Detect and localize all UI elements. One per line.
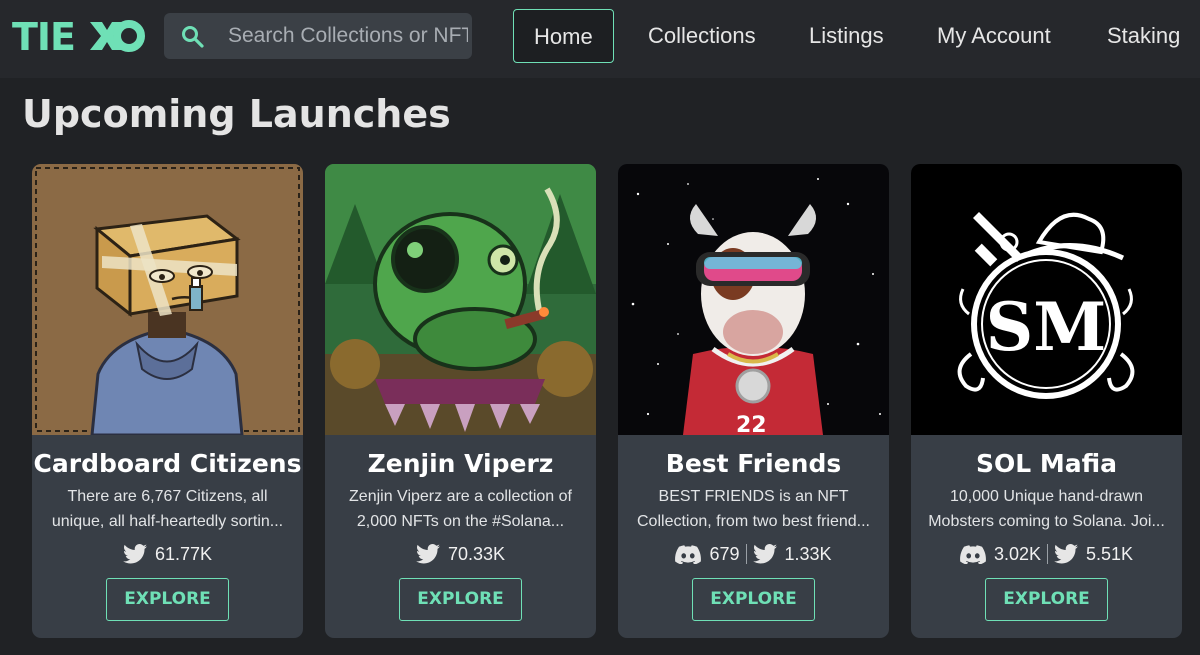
twitter-icon	[1054, 544, 1078, 564]
twitter-stat[interactable]: 5.51K	[1054, 544, 1133, 565]
collection-image[interactable]: SM	[911, 164, 1182, 435]
discord-count: 679	[709, 543, 740, 564]
collection-image[interactable]: 22	[618, 164, 889, 435]
collection-description: BEST FRIENDS is an NFT Collection, from …	[637, 488, 870, 530]
explore-button[interactable]: EXPLORE	[985, 578, 1108, 621]
collection-card[interactable]: SM SOL Mafia 10,000 Unique hand-drawn Mo…	[911, 164, 1182, 638]
nav-my-account[interactable]: My Account	[937, 9, 1051, 63]
collection-image[interactable]	[325, 164, 596, 435]
twitter-icon	[415, 544, 440, 564]
twitter-count: 61.77K	[154, 543, 213, 564]
collection-description: Zenjin Viperz are a collection of 2,000 …	[349, 488, 572, 530]
collection-description: There are 6,767 Citizens, all unique, al…	[51, 488, 284, 530]
twitter-count: 70.33K	[447, 543, 506, 564]
collection-name: Cardboard Citizens	[33, 449, 302, 478]
social-stats: 3.02K 5.51K	[911, 539, 1182, 569]
explore-button[interactable]: EXPLORE	[106, 578, 229, 621]
stat-divider	[1047, 544, 1048, 564]
nav-staking[interactable]: Staking	[1107, 9, 1180, 63]
twitter-count: 1.33K	[784, 543, 832, 564]
discord-count: 3.02K	[993, 543, 1041, 564]
nav-collections[interactable]: Collections	[648, 9, 756, 63]
search-icon	[182, 26, 204, 48]
collection-name: SOL Mafia	[975, 449, 1118, 478]
social-stats: 70.33K	[325, 539, 596, 569]
nav-listings[interactable]: Listings	[809, 9, 884, 63]
twitter-count: 5.51K	[1086, 543, 1134, 564]
search-input[interactable]	[228, 13, 468, 59]
tiexo-logo[interactable]: TIE	[10, 14, 145, 58]
collection-image[interactable]	[32, 164, 303, 435]
svg-text:22: 22	[736, 413, 767, 435]
social-stats: 679 1.33K	[618, 539, 889, 569]
collection-card[interactable]: 22 Best Friends BEST FRIENDS is an NFT C…	[618, 164, 889, 638]
twitter-stat[interactable]: 1.33K	[752, 543, 832, 565]
collection-name: Best Friends	[665, 449, 842, 478]
discord-stat[interactable]: 679	[675, 543, 740, 565]
search-bar[interactable]	[164, 13, 472, 59]
nav-home[interactable]: Home	[513, 9, 614, 63]
discord-stat[interactable]: 3.02K	[960, 544, 1041, 565]
page-title: Upcoming Launches	[22, 92, 451, 136]
twitter-icon	[122, 544, 147, 564]
twitter-stat[interactable]: 61.77K	[122, 543, 213, 565]
sol-mafia-logo-text: SM	[986, 288, 1107, 366]
explore-button[interactable]: EXPLORE	[692, 578, 815, 621]
collection-card[interactable]: Zenjin Viperz Zenjin Viperz are a collec…	[325, 164, 596, 638]
social-stats: 61.77K	[32, 539, 303, 569]
discord-icon	[675, 544, 702, 564]
collection-card[interactable]: Cardboard Citizens There are 6,767 Citiz…	[32, 164, 303, 638]
explore-button[interactable]: EXPLORE	[399, 578, 522, 621]
collection-description: 10,000 Unique hand-drawn Mobsters coming…	[928, 488, 1165, 530]
stat-divider	[745, 544, 747, 564]
top-nav-bar: TIE Home Collections Listings My Account…	[0, 0, 1200, 78]
twitter-icon	[752, 544, 777, 564]
collection-name: Zenjin Viperz	[367, 449, 554, 478]
twitter-stat[interactable]: 70.33K	[415, 543, 506, 565]
discord-icon	[960, 544, 986, 564]
svg-text:TIE: TIE	[12, 15, 75, 58]
